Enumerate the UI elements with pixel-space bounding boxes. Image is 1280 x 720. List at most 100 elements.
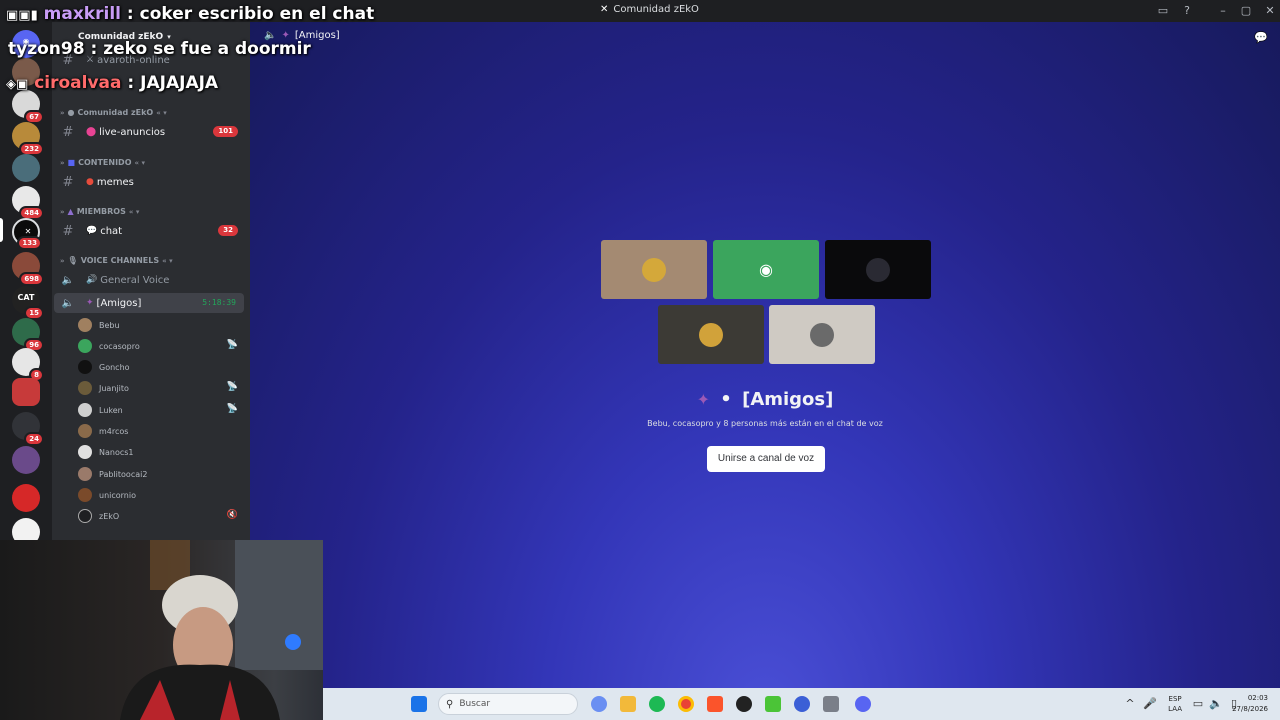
server-icon[interactable]: 232	[12, 122, 44, 156]
participant-tile[interactable]	[825, 240, 931, 299]
avatar	[78, 318, 92, 332]
avatar	[78, 445, 92, 459]
minimize-button[interactable]: –	[1214, 3, 1232, 19]
spotify-icon[interactable]	[649, 696, 665, 712]
language-layout: LAA	[1168, 705, 1182, 713]
volume-icon[interactable]: 🔈	[1207, 696, 1225, 712]
server-icon[interactable]	[12, 154, 40, 182]
join-voice-button[interactable]: Unirse a canal de voz	[707, 446, 825, 472]
participant-tile[interactable]: ◉	[713, 240, 819, 299]
windows-start-icon[interactable]	[411, 696, 427, 712]
voice-user[interactable]: Juanjito 📡	[78, 378, 244, 398]
server-icon[interactable]: CAT 15	[12, 286, 44, 320]
unread-badge: 101	[213, 126, 238, 137]
file-explorer-icon[interactable]	[620, 696, 636, 712]
category-label: Comunidad zEkO	[77, 108, 154, 117]
person-icon: ▲	[67, 207, 74, 216]
voice-user[interactable]: Goncho	[78, 357, 244, 377]
tray-chevron-icon[interactable]: ^	[1121, 696, 1139, 712]
microphone-icon[interactable]: 🎤	[1141, 696, 1159, 712]
chevron-icon: »	[60, 256, 65, 265]
clock-time: 02:03	[1247, 694, 1268, 702]
voice-user[interactable]: cocasopro 📡	[78, 336, 244, 356]
avatar	[78, 488, 92, 502]
inbox-icon[interactable]: ▭	[1154, 3, 1172, 19]
channel-label: chat	[100, 225, 123, 237]
participant-tile[interactable]	[769, 305, 875, 364]
channel-live-anuncios[interactable]: # ⬤ live-anuncios 101	[54, 122, 244, 142]
voice-user-name: Goncho	[99, 362, 130, 372]
voice-user[interactable]: Luken 📡	[78, 400, 244, 420]
server-icon[interactable]	[12, 484, 40, 512]
flame-icon: ●	[67, 108, 75, 117]
app-icon[interactable]	[765, 696, 781, 712]
voice-user[interactable]: Bebu	[78, 315, 244, 335]
participant-tile[interactable]	[601, 240, 707, 299]
extension-icons: ◈▣	[6, 77, 29, 92]
voice-user[interactable]: m4rcos	[78, 421, 244, 441]
active-server-indicator	[0, 218, 3, 242]
mention-badge: 698	[19, 272, 44, 286]
chat-message: JAJAJAJA	[140, 73, 219, 93]
close-button[interactable]: ✕	[1261, 3, 1279, 19]
taskbar-search[interactable]: ⚲ Buscar	[438, 693, 578, 715]
lobby-channel-name: [Amigos]	[742, 389, 834, 410]
avatar	[642, 257, 666, 282]
server-rail: ◉ 67 232 484 ✕ 133 698 CAT 15 96 8 24	[0, 22, 52, 546]
server-icon[interactable]	[12, 378, 40, 406]
microphone-icon: 🎙	[67, 256, 78, 265]
server-icon[interactable]: 484	[12, 186, 44, 220]
taskbar-clock[interactable]: 02:03 27/8/2026	[1232, 693, 1268, 715]
overlay-chat-message: tyzon98 : zeko se fue a doormir	[8, 39, 311, 59]
avatar	[866, 257, 890, 282]
chevron-icon: »	[60, 158, 65, 167]
search-icon: ⚲	[446, 698, 454, 710]
voice-user-name: Bebu	[99, 320, 120, 330]
help-icon[interactable]: ?	[1178, 3, 1196, 19]
category-voice[interactable]: » 🎙 VOICE CHANNELS « ▾	[60, 256, 173, 265]
hash-icon: #	[62, 223, 74, 239]
brave-icon[interactable]	[707, 696, 723, 712]
voice-user[interactable]: Nanocs1	[78, 442, 244, 462]
category-content[interactable]: » ■ CONTENIDO « ▾	[60, 158, 145, 167]
ea-icon[interactable]	[794, 696, 810, 712]
speaker-icon: 🔈	[61, 297, 75, 309]
voice-user[interactable]: unicornio	[78, 485, 244, 505]
server-icon[interactable]: 67	[12, 90, 44, 124]
language-indicator[interactable]: ESP LAA	[1168, 694, 1182, 714]
chrome-icon[interactable]	[678, 696, 694, 712]
channel-general-voice[interactable]: 🔈 🔊 General Voice	[54, 270, 244, 290]
server-icon[interactable]: 698	[12, 252, 44, 286]
channel-memes[interactable]: # ● memes	[54, 172, 244, 192]
copilot-icon[interactable]	[591, 696, 607, 712]
network-icon[interactable]: ▭	[1189, 696, 1207, 712]
voice-user-name: Luken	[99, 405, 123, 415]
voice-user-name: Pablitoocai2	[99, 469, 148, 479]
call-timer: 5:18:39	[202, 298, 236, 307]
voice-user-name: cocasopro	[99, 341, 140, 351]
discord-taskbar-icon[interactable]	[855, 696, 871, 712]
hash-icon: #	[62, 174, 74, 190]
category-members[interactable]: » ▲ MIEMBROS « ▾	[60, 207, 139, 216]
unread-badge: 32	[218, 225, 238, 236]
sticker-icon: ●	[86, 177, 94, 187]
server-icon[interactable]	[12, 446, 40, 474]
channel-chat[interactable]: # 💬 chat 32	[54, 221, 244, 241]
chevron-icon: »	[60, 207, 65, 216]
voice-user[interactable]: Pablitoocai2	[78, 464, 244, 484]
chat-icon[interactable]: 💬	[1252, 30, 1270, 46]
server-icon[interactable]: 24	[12, 412, 44, 446]
server-icon[interactable]: 8	[12, 348, 44, 382]
voice-user[interactable]: zEkO 🔇	[78, 506, 244, 526]
category-community[interactable]: » ● Comunidad zEkO « ▾	[60, 108, 167, 117]
calculator-icon[interactable]	[823, 696, 839, 712]
channel-amigos[interactable]: 🔈 ✦ [Amigos] 5:18:39	[54, 293, 244, 313]
server-icon[interactable]: 96	[12, 318, 44, 352]
server-icon-zeko[interactable]: ✕ 133	[12, 218, 42, 250]
chat-username: tyzon98	[8, 39, 85, 59]
maximize-button[interactable]: ▢	[1237, 3, 1255, 19]
participant-tile[interactable]	[658, 305, 764, 364]
obs-icon[interactable]	[736, 696, 752, 712]
voice-user-name: m4rcos	[99, 426, 129, 436]
webcam-feed	[0, 540, 323, 720]
